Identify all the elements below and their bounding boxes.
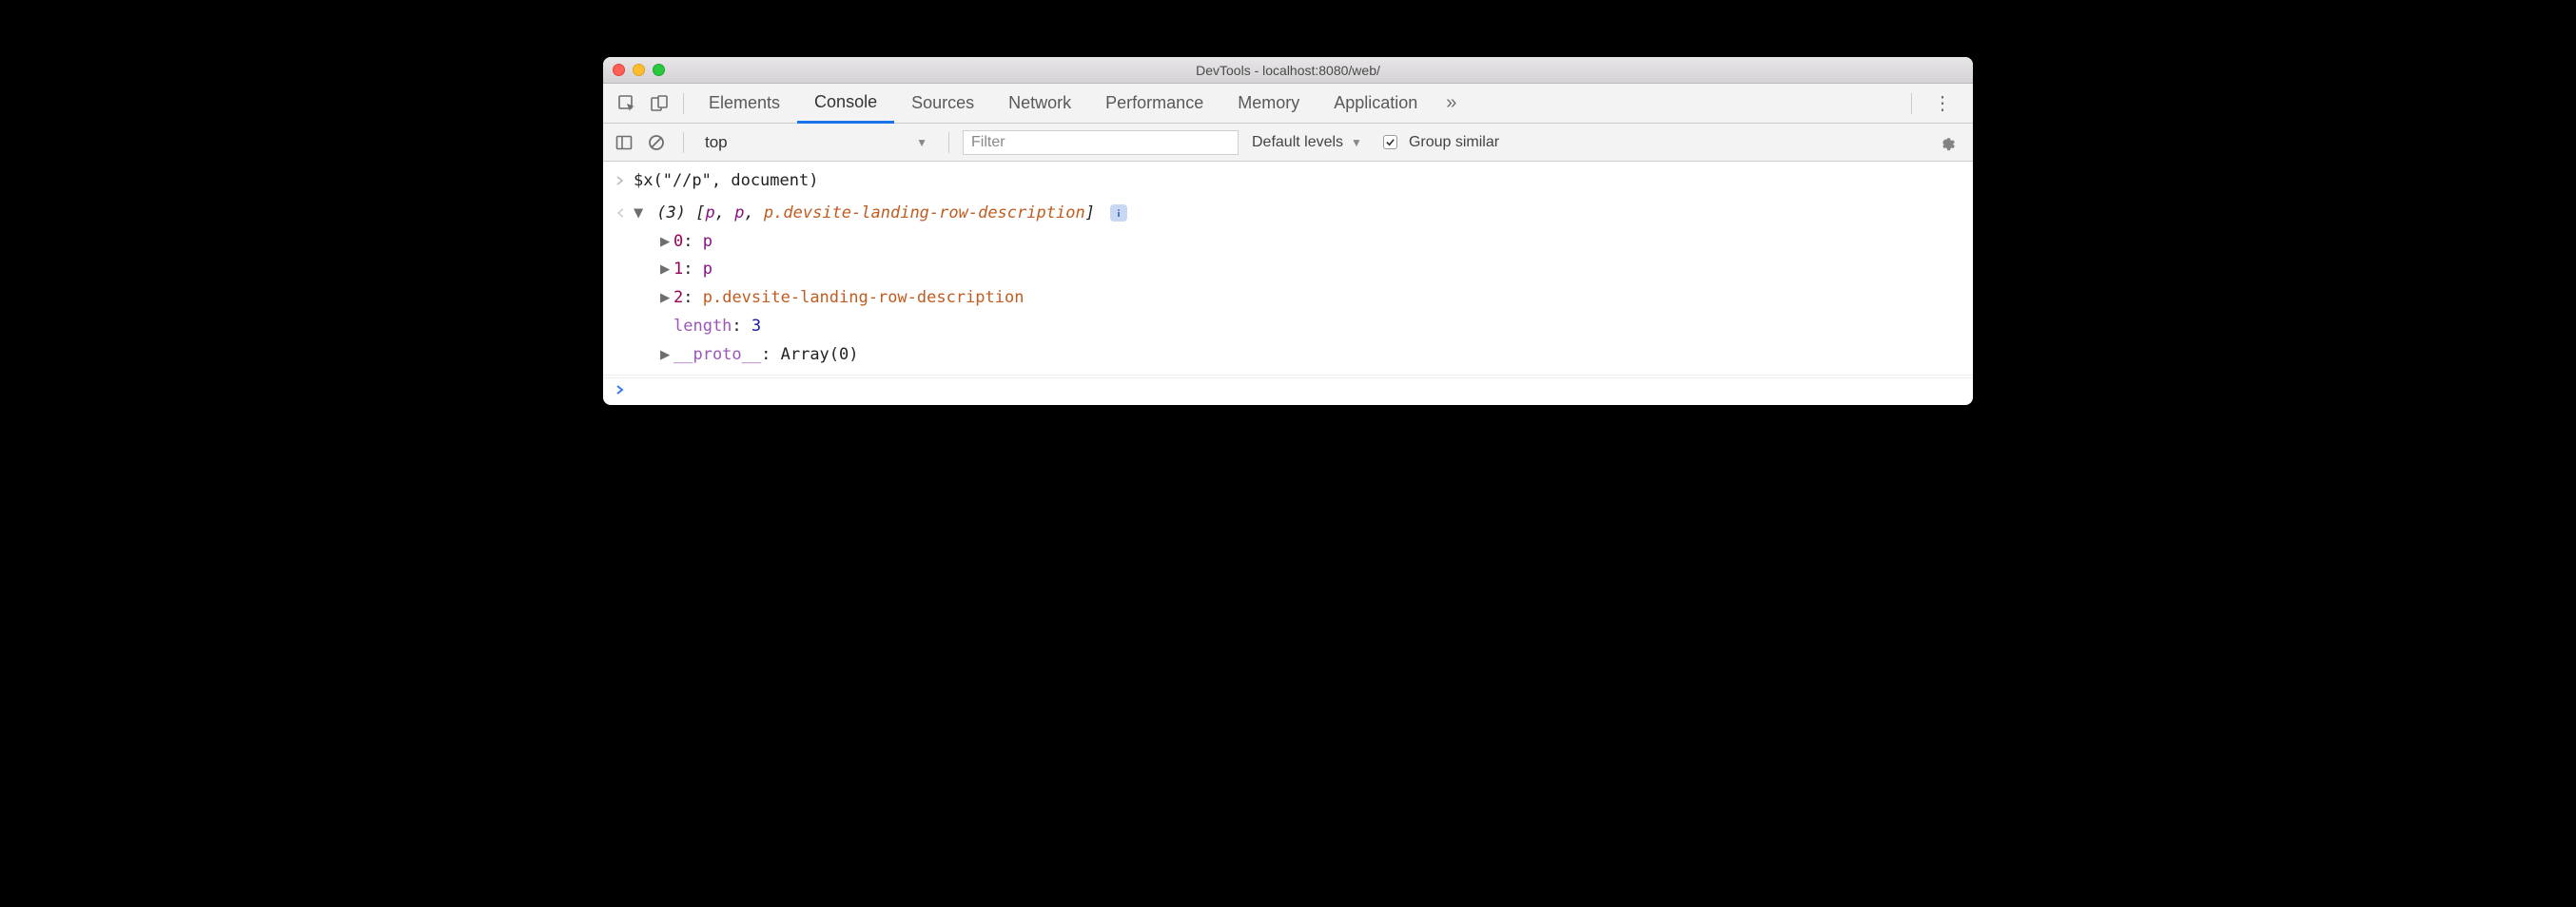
output-chevron-icon	[615, 200, 634, 219]
proto-value: Array(0)	[781, 345, 859, 364]
prompt-input[interactable]	[634, 384, 1961, 396]
group-similar-checkbox[interactable]	[1383, 135, 1397, 149]
bracket-close: ]	[1085, 203, 1095, 222]
console-prompt[interactable]	[603, 377, 1973, 405]
expand-arrow-icon[interactable]: ▶	[660, 256, 673, 284]
tabbar: Elements Console Sources Network Perform…	[603, 84, 1973, 124]
separator	[683, 93, 684, 114]
input-chevron-icon	[615, 167, 634, 186]
array-length-prop[interactable]: ▶length: 3	[634, 313, 1961, 341]
console-toolbar: top ▼ Filter Default levels ▼ Group simi…	[603, 124, 1973, 162]
inspect-element-icon[interactable]	[611, 87, 643, 120]
expand-arrow-icon[interactable]: ▶	[660, 284, 673, 313]
dropdown-arrow-icon: ▼	[1351, 136, 1362, 149]
summary-item-0[interactable]: p	[705, 203, 714, 222]
tab-performance[interactable]: Performance	[1088, 84, 1220, 124]
titlebar: DevTools - localhost:8080/web/	[603, 57, 1973, 84]
devtools-window: DevTools - localhost:8080/web/ Elements …	[603, 57, 1973, 405]
entry-value: p	[703, 260, 712, 279]
tab-memory[interactable]: Memory	[1220, 84, 1317, 124]
length-label: length	[673, 317, 732, 336]
expand-arrow-icon[interactable]: ▶	[660, 228, 673, 257]
info-badge-icon[interactable]	[1110, 204, 1127, 222]
filter-placeholder: Filter	[971, 134, 1005, 151]
log-levels-selector[interactable]: Default levels ▼	[1244, 134, 1370, 151]
console-result: ▼ (3) [p, p, p.devsite-landing-row-descr…	[603, 198, 1973, 376]
more-tabs-button[interactable]: »	[1434, 92, 1468, 114]
bracket-open: [	[695, 203, 705, 222]
tab-application[interactable]: Application	[1317, 84, 1434, 124]
tab-console[interactable]: Console	[797, 84, 894, 124]
tabs-container: Elements Console Sources Network Perform…	[692, 84, 1903, 124]
length-value: 3	[751, 317, 761, 336]
context-value: top	[705, 133, 728, 152]
entry-index: 0	[673, 232, 683, 251]
summary-item-2[interactable]: p.devsite-landing-row-description	[764, 203, 1085, 222]
maximize-button[interactable]	[653, 64, 665, 76]
kebab-menu-icon[interactable]: ⋮	[1920, 91, 1965, 115]
levels-label: Default levels	[1252, 134, 1343, 151]
array-proto-prop[interactable]: ▶__proto__: Array(0)	[634, 341, 1961, 370]
proto-label: __proto__	[673, 345, 761, 364]
collapse-arrow-icon[interactable]: ▼	[634, 200, 647, 228]
sidebar-toggle-icon[interactable]	[611, 129, 637, 156]
summary-item-1[interactable]: p	[734, 203, 744, 222]
close-button[interactable]	[613, 64, 625, 76]
entry-value: p.devsite-landing-row-description	[703, 288, 1025, 307]
array-entry-2[interactable]: ▶2: p.devsite-landing-row-description	[634, 284, 1961, 313]
context-selector[interactable]: top ▼	[697, 129, 935, 156]
console-body: $x("//p", document) ▼ (3) [p, p, p.devsi…	[603, 162, 1973, 405]
separator	[948, 132, 949, 153]
array-entry-1[interactable]: ▶1: p	[634, 256, 1961, 284]
separator	[1911, 93, 1912, 114]
window-title: DevTools - localhost:8080/web/	[1196, 63, 1380, 78]
entry-index: 1	[673, 260, 683, 279]
expand-arrow-icon[interactable]: ▶	[660, 341, 673, 370]
tab-sources[interactable]: Sources	[894, 84, 991, 124]
prompt-chevron-icon	[615, 384, 634, 396]
entry-value: p	[703, 232, 712, 251]
minimize-button[interactable]	[633, 64, 645, 76]
dropdown-arrow-icon: ▼	[916, 136, 927, 149]
filter-input[interactable]: Filter	[963, 130, 1239, 155]
separator	[683, 132, 684, 153]
traffic-lights	[613, 64, 665, 76]
settings-gear-icon[interactable]	[1937, 133, 1965, 152]
console-input-echo: $x("//p", document)	[603, 165, 1973, 198]
tab-elements[interactable]: Elements	[692, 84, 797, 124]
array-entry-0[interactable]: ▶0: p	[634, 228, 1961, 257]
result-content[interactable]: ▼ (3) [p, p, p.devsite-landing-row-descr…	[634, 200, 1961, 370]
group-similar-label: Group similar	[1409, 134, 1499, 151]
device-toolbar-icon[interactable]	[643, 87, 675, 120]
array-length-summary: (3)	[656, 203, 695, 222]
tab-network[interactable]: Network	[991, 84, 1088, 124]
input-expression[interactable]: $x("//p", document)	[634, 167, 1961, 196]
clear-console-icon[interactable]	[643, 129, 670, 156]
entry-index: 2	[673, 288, 683, 307]
